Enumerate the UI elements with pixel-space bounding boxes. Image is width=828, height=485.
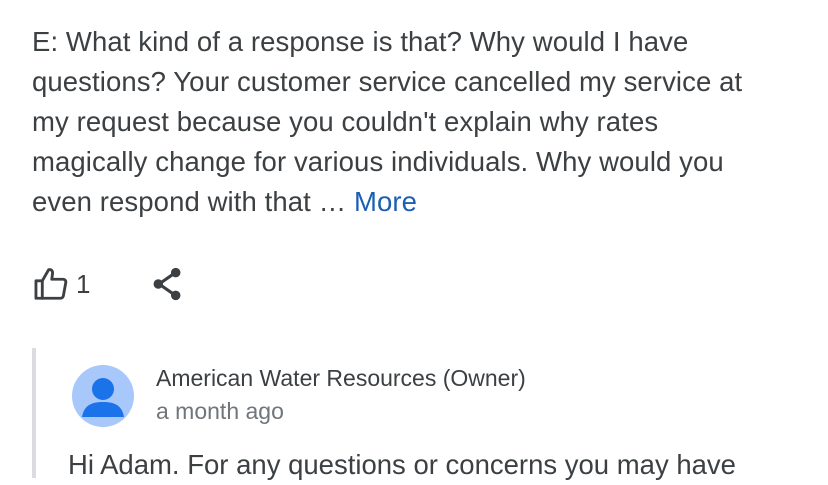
thumbs-up-icon [34, 268, 68, 300]
more-link[interactable]: More [354, 186, 417, 217]
review-line: questions? Your customer service cancell… [32, 66, 743, 97]
review-line: magically change for various individuals… [32, 146, 724, 177]
review-line: my request because you couldn't explain … [32, 106, 659, 137]
review-line-text: even respond with that … [32, 186, 347, 217]
reply-date: a month ago [156, 398, 284, 424]
owner-name[interactable]: American Water Resources (Owner) [156, 365, 526, 392]
review-line-last: even respond with that … More [32, 182, 812, 222]
reply-text: Hi Adam. For any questions or concerns y… [68, 449, 736, 480]
share-icon[interactable] [148, 265, 186, 303]
owner-reply: American Water Resources (Owner) a month… [32, 348, 828, 480]
review-text: E: What kind of a response is that? Why … [32, 22, 812, 222]
review-actions: 1 [32, 262, 186, 306]
avatar[interactable] [72, 365, 134, 427]
like-button[interactable]: 1 [32, 265, 90, 303]
review-line: E: What kind of a response is that? Why … [32, 26, 689, 57]
like-count: 1 [76, 268, 91, 299]
default-avatar-icon [82, 378, 124, 417]
